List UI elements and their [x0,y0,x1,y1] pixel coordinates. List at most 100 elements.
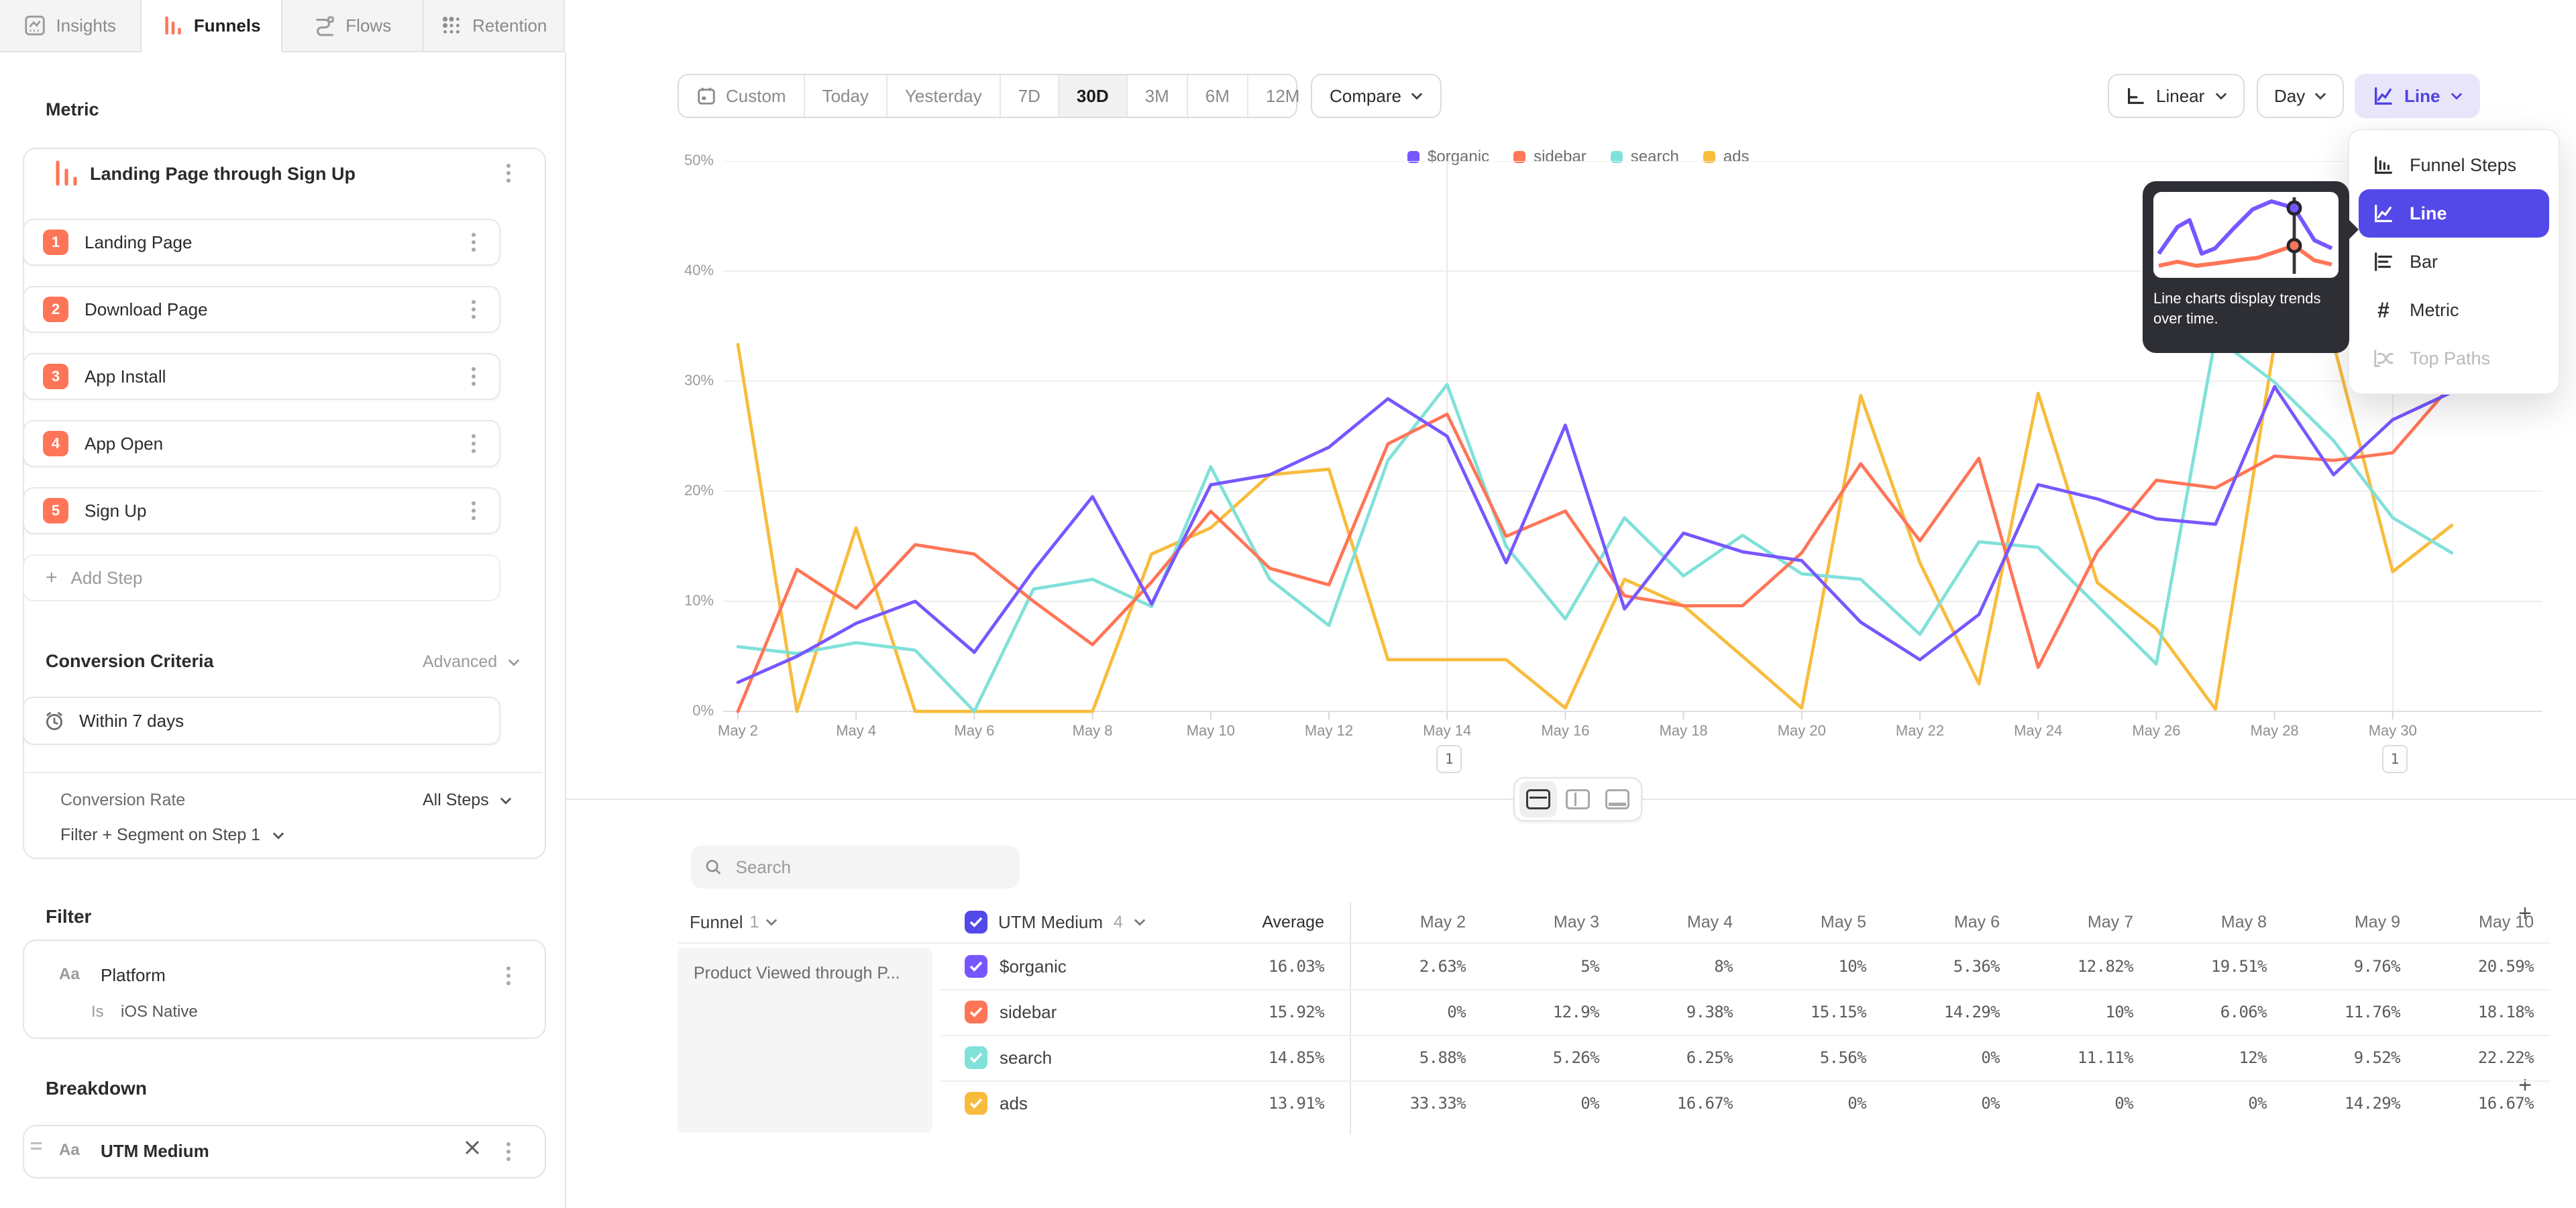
top-paths-icon [2372,347,2395,370]
scale-dropdown[interactable]: Linear [2108,74,2245,118]
table-row[interactable]: $organic 16.03% 2.63% 5% 8% 10% 5.36% 12… [678,944,2544,989]
date-header[interactable]: May 10 [2411,913,2544,932]
tab-insights-label: Insights [56,15,116,36]
x-axis-label: May 10 [1164,722,1258,740]
tab-insights[interactable]: Insights [0,0,142,52]
advanced-dropdown[interactable]: Advanced [423,652,520,672]
y-axis-label: 0% [660,702,714,719]
filter-segment-label: Filter + Segment on Step 1 [60,825,260,845]
date-header[interactable]: May 8 [2144,913,2277,932]
cell-value: 22.22% [2411,1048,2544,1067]
funnel-menu-button[interactable] [499,164,518,183]
step-row-3[interactable]: 3 App Install [23,353,500,400]
conversion-window-row[interactable]: Within 7 days [23,697,500,745]
check-icon [969,917,983,927]
annotation-badge[interactable]: 1 [2382,745,2408,773]
chart-type-dropdown[interactable]: Line [2355,74,2480,118]
step-menu-button[interactable] [464,233,483,252]
range-yesterday[interactable]: Yesterday [888,75,1001,117]
step-row-4[interactable]: 4 App Open [23,420,500,467]
conversion-window-label: Within 7 days [79,711,184,732]
menu-item-bar[interactable]: Bar [2359,238,2549,286]
range-7d[interactable]: 7D [1001,75,1059,117]
view-chart-only-button[interactable] [1599,781,1636,817]
remove-breakdown-icon[interactable] [464,1140,480,1156]
flows-icon [313,14,336,37]
step-menu-button[interactable] [464,367,483,386]
series-line-organic[interactable] [738,387,2452,683]
funnel-header-label: Funnel [690,912,743,933]
series-checkbox-organic[interactable] [965,955,987,978]
average-header[interactable]: Average [1182,913,1343,932]
range-custom[interactable]: Custom [679,75,805,117]
range-label: 7D [1018,86,1040,107]
date-header[interactable]: May 9 [2277,913,2411,932]
step-row-5[interactable]: 5 Sign Up [23,487,500,534]
table-row[interactable]: search 14.85% 5.88% 5.26% 6.25% 5.56% 0%… [678,1035,2544,1080]
table-row[interactable]: ads 13.91% 33.33% 0% 16.67% 0% 0% 0% 0% … [678,1080,2544,1126]
granularity-dropdown[interactable]: Day [2257,74,2344,118]
y-axis-label: 10% [660,592,714,609]
step-row-1[interactable]: 1 Landing Page [23,219,500,266]
date-header[interactable]: May 2 [1343,913,1477,932]
segment-name: $organic [1000,956,1067,977]
chart-only-icon [1605,789,1629,809]
range-3m[interactable]: 3M [1128,75,1188,117]
table-row[interactable]: sidebar 15.92% 0% 12.9% 9.38% 15.15% 14.… [678,989,2544,1035]
range-30d[interactable]: 30D [1059,75,1128,117]
date-header[interactable]: May 4 [1610,913,1743,932]
filter-menu-button[interactable] [499,966,518,985]
search-input[interactable] [733,856,1006,879]
series-line-ads[interactable] [738,344,2452,711]
date-header[interactable]: May 3 [1477,913,1610,932]
cell-value: 15.15% [1743,1003,1877,1021]
select-all-checkbox[interactable] [965,911,987,934]
tab-flows[interactable]: Flows [282,0,424,52]
menu-item-label: Funnel Steps [2410,155,2516,176]
cell-value: 10% [1743,957,1877,976]
annotation-badge[interactable]: 1 [1436,745,1462,773]
date-header[interactable]: May 7 [2010,913,2144,932]
view-split-horizontal-button[interactable] [1519,781,1557,817]
breakdown-property[interactable]: UTM Medium [101,1141,209,1162]
range-today[interactable]: Today [805,75,888,117]
add-step-button[interactable]: + Add Step [23,554,500,601]
all-steps-dropdown[interactable]: All Steps [423,791,512,810]
funnel-column-header[interactable]: Funnel 1 [678,912,941,933]
cell-value: 11.76% [2277,1003,2411,1021]
series-checkbox-sidebar[interactable] [965,1001,987,1023]
step-row-2[interactable]: 2 Download Page [23,286,500,333]
series-line-sidebar[interactable] [738,385,2452,711]
drag-handle-icon[interactable] [31,1142,42,1150]
series-checkbox-search[interactable] [965,1046,987,1069]
menu-item-top-paths[interactable]: Top Paths [2359,334,2549,383]
menu-item-line[interactable]: Line [2359,189,2549,238]
date-header[interactable]: May 6 [1877,913,2010,932]
range-12m[interactable]: 12M [1248,75,1318,117]
step-menu-button[interactable] [464,434,483,453]
compare-button[interactable]: Compare [1311,74,1442,118]
tab-retention[interactable]: Retention [424,0,566,52]
view-split-vertical-button[interactable] [1559,781,1597,817]
filter-value[interactable]: iOS Native [121,1003,198,1021]
property-type-icon: Aa [59,965,80,984]
series-line-search[interactable] [738,337,2452,711]
cell-value: 20.59% [2411,957,2544,976]
menu-item-funnel-steps[interactable]: Funnel Steps [2359,141,2549,189]
funnel-metric-icon [54,158,79,189]
menu-item-metric[interactable]: # Metric [2359,286,2549,334]
tab-funnels[interactable]: Funnels [142,0,283,52]
range-6m[interactable]: 6M [1188,75,1248,117]
report-tabs: Insights Funnels Flows [0,0,565,52]
date-header[interactable]: May 5 [1743,913,1877,932]
series-checkbox-ads[interactable] [965,1092,987,1115]
filter-segment-dropdown[interactable]: Filter + Segment on Step 1 [60,825,284,845]
range-label: Today [822,86,869,107]
y-axis-label: 50% [660,152,714,169]
breakdown-column-header[interactable]: UTM Medium 4 [941,911,1182,934]
filter-property[interactable]: Platform [101,965,166,986]
clock-icon [43,709,66,732]
breakdown-menu-button[interactable] [499,1142,518,1161]
step-menu-button[interactable] [464,501,483,520]
step-menu-button[interactable] [464,300,483,319]
